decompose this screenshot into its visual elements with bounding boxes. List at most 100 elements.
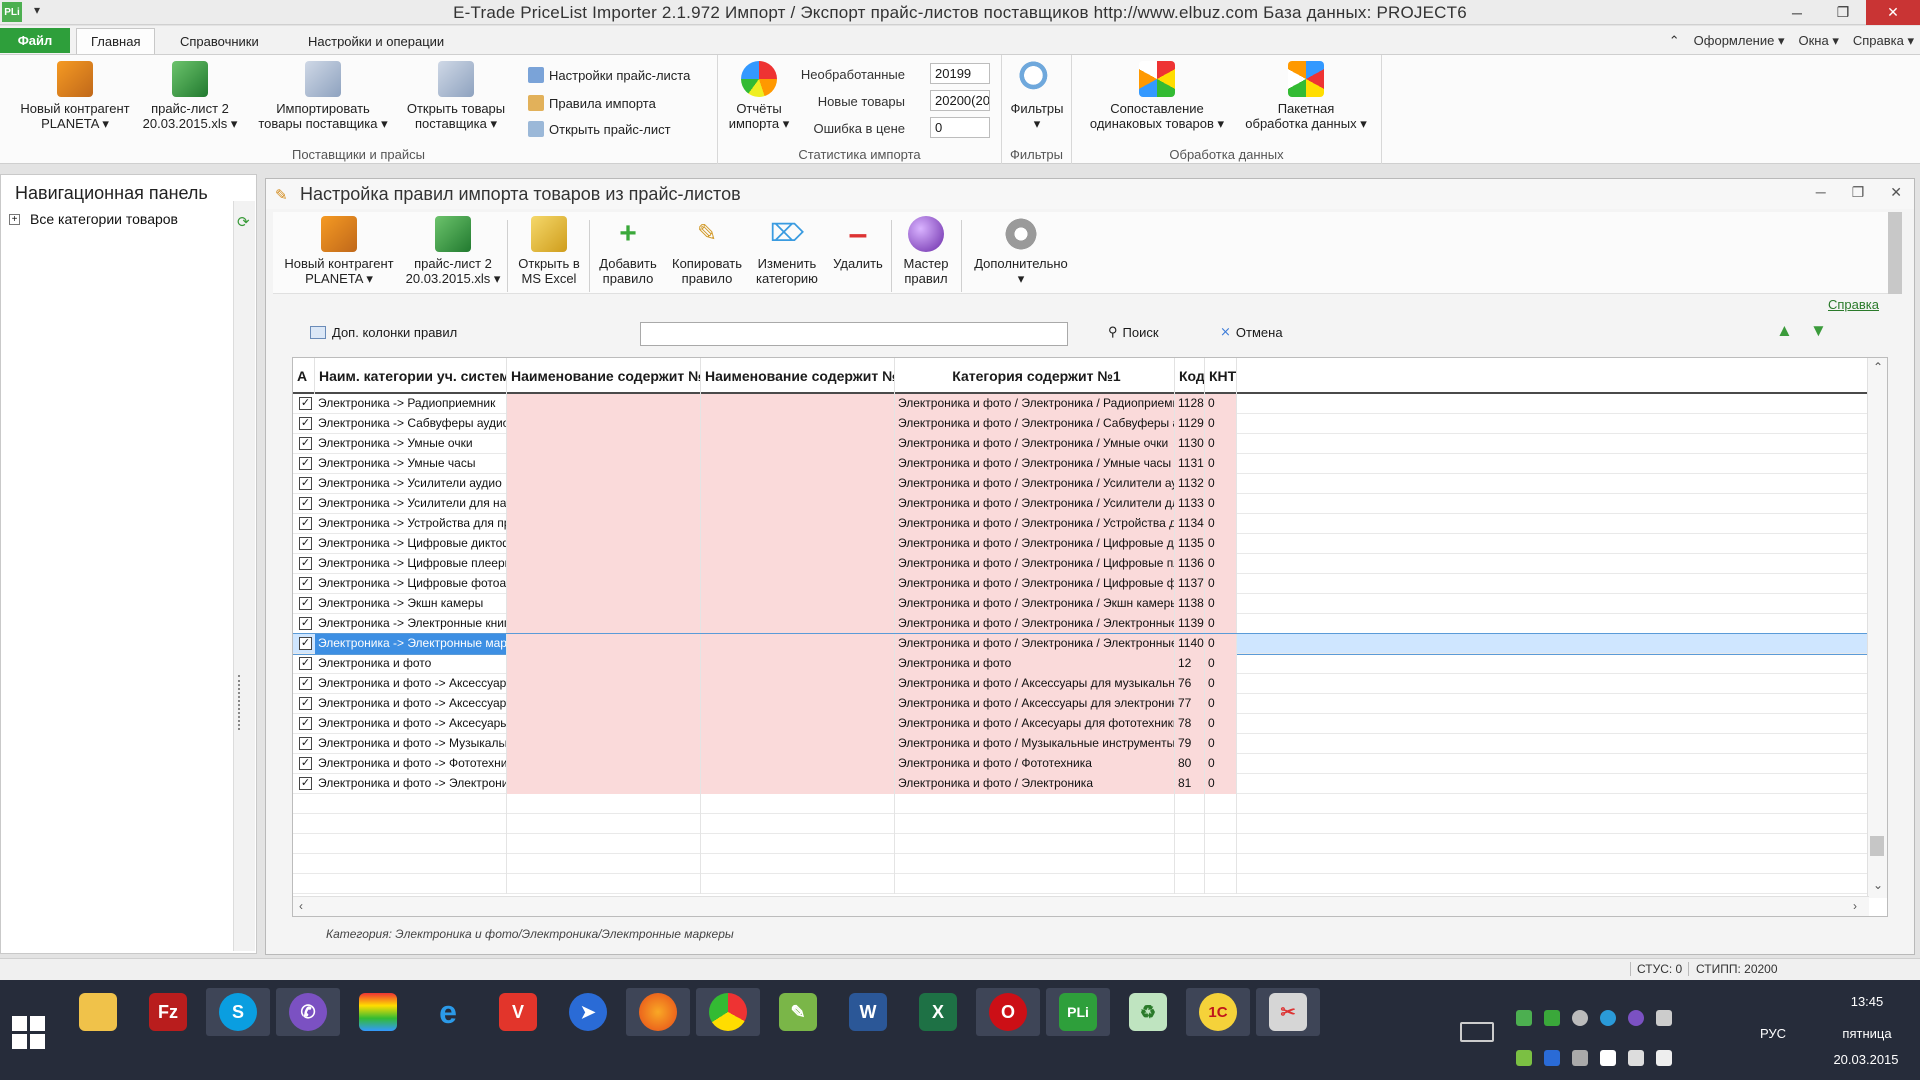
table-row[interactable]: ✓ Электроника -> Электронные книги Электро… [293,614,1869,634]
arrow-up-icon[interactable]: ▲ [1776,321,1793,341]
table-cell[interactable]: Электроника -> Электронные марк [315,634,507,654]
rules-wizard-button[interactable]: Мастер правил [895,216,957,286]
table-cell[interactable] [895,834,1175,854]
volume-icon[interactable] [1656,1050,1672,1066]
table-row[interactable]: ✓ Электроника -> Усилители для нау Электро… [293,494,1869,514]
table-cell[interactable]: Электроника и фото / Электроника / Умные… [895,434,1175,454]
clock-time[interactable]: 13:45 [1832,994,1902,1009]
empty-row[interactable] [293,814,1869,834]
table-row[interactable]: ✓ Электроника -> Умные очки Электроника и … [293,434,1869,454]
table-row[interactable]: ✓ Электроника -> Умные часы Электроника и … [293,454,1869,474]
row-active-checkbox[interactable]: ✓ [299,537,312,550]
table-cell[interactable]: 0 [1205,514,1237,534]
row-active-checkbox[interactable]: ✓ [299,717,312,730]
col-header-code[interactable]: Код [1175,358,1205,394]
table-cell[interactable]: 1132 [1175,474,1205,494]
row-active-checkbox[interactable]: ✓ [299,597,312,610]
open-goods-button[interactable]: Открыть товары поставщика ▾ [398,61,514,131]
table-row[interactable]: ✓ Электроника -> Усилители аудио Электрони… [293,474,1869,494]
child-minimize-button[interactable]: ─ [1816,184,1826,201]
help-menu[interactable]: Справка ▾ [1853,33,1914,49]
col-header-category-contains-1[interactable]: Категория содержит №1 [895,358,1175,394]
windows-menu[interactable]: Окна ▾ [1799,33,1839,49]
copy-rule-button[interactable]: ✎ Копировать правило [667,216,747,286]
table-cell[interactable] [701,414,895,434]
table-row[interactable]: ✓ Электроника и фото -> Фототехник Электро… [293,754,1869,774]
extra-columns-button[interactable]: Доп. колонки правил [310,325,457,340]
pricelist-settings-button[interactable]: Настройки прайс-листа [528,67,690,83]
table-cell[interactable] [1205,794,1237,814]
table-cell[interactable]: Электроника и фото / Электроника / Элект… [895,614,1175,634]
cancel-button[interactable]: ⨯ Отмена [1220,324,1283,340]
table-cell[interactable] [507,594,701,614]
tray-app-icon[interactable] [1544,1010,1560,1026]
table-cell[interactable] [507,454,701,474]
row-active-checkbox[interactable]: ✓ [299,397,312,410]
batch-processing-button[interactable]: Пакетная обработка данных ▾ [1236,61,1376,131]
table-cell[interactable]: Электроника -> Электронные книги [315,614,507,634]
table-cell[interactable]: 0 [1205,734,1237,754]
table-cell[interactable] [507,694,701,714]
table-cell[interactable] [1175,874,1205,894]
tray-app-icon[interactable] [1656,1010,1672,1026]
table-cell[interactable] [507,574,701,594]
table-cell[interactable] [507,734,701,754]
table-cell[interactable]: 78 [1175,714,1205,734]
table-cell[interactable] [507,394,701,414]
table-row[interactable]: ✓ Электроника -> Цифровые фотоап Электрони… [293,574,1869,594]
table-cell[interactable] [701,754,895,774]
table-cell[interactable]: Электроника и фото / Электроника / Цифро… [895,574,1175,594]
table-cell[interactable] [507,534,701,554]
empty-row[interactable] [293,794,1869,814]
table-row[interactable]: ✓ Электроника и фото -> Электроник Электро… [293,774,1869,794]
firefox-icon[interactable] [626,988,690,1036]
table-cell[interactable] [701,774,895,794]
table-cell[interactable] [1175,834,1205,854]
table-cell[interactable] [507,494,701,514]
table-cell[interactable]: Электроника -> Цифровые диктофо [315,534,507,554]
table-cell[interactable] [507,854,701,874]
table-cell[interactable]: Электроника -> Цифровые плееры [315,554,507,574]
table-cell[interactable]: Электроника и фото / Электроника / Устро… [895,514,1175,534]
table-cell[interactable]: 1134 [1175,514,1205,534]
table-cell[interactable]: Электроника и фото / Электроника / Умные… [895,454,1175,474]
change-category-button[interactable]: ⌦ Изменить категорию [749,216,825,286]
table-cell[interactable] [701,874,895,894]
excel-icon[interactable]: X [906,988,970,1036]
table-row[interactable]: ✓ Электроника и фото Электроника и фото 12 0 [293,654,1869,674]
tab-directories[interactable]: Справочники [166,28,273,54]
table-cell[interactable] [507,874,701,894]
table-cell[interactable]: 0 [1205,714,1237,734]
table-row[interactable]: ✓ Электроника -> Сабвуферы аудио Электрони… [293,414,1869,434]
table-cell[interactable]: Электроника -> Усилители для нау [315,494,507,514]
table-cell[interactable] [701,794,895,814]
table-cell[interactable] [507,814,701,834]
table-cell[interactable]: 0 [1205,694,1237,714]
table-cell[interactable] [1175,794,1205,814]
table-cell[interactable]: 0 [1205,594,1237,614]
new-contractor-button[interactable]: Новый контрагент PLANETA ▾ [6,61,144,131]
add-rule-button[interactable]: + Добавить правило [593,216,663,286]
table-cell[interactable] [507,774,701,794]
table-cell[interactable] [701,594,895,614]
table-cell[interactable]: Электроника и фото / Аксессуары для музы… [895,674,1175,694]
1c-icon[interactable]: 1C [1186,988,1250,1036]
table-cell[interactable]: Электроника и фото / Электроника / Элект… [895,634,1175,654]
table-cell[interactable]: 1136 [1175,554,1205,574]
notepad-icon[interactable]: ✎ [766,988,830,1036]
table-cell[interactable] [1205,814,1237,834]
flag-icon[interactable] [1600,1050,1616,1066]
arrow-down-icon[interactable]: ▼ [1810,321,1827,341]
col-header-category-name[interactable]: Наим. категории уч. системы [315,358,507,394]
table-cell[interactable] [507,634,701,654]
table-cell[interactable]: 0 [1205,454,1237,474]
table-cell[interactable] [701,834,895,854]
search-button[interactable]: ⚲ Поиск [1108,324,1159,340]
table-cell[interactable] [1175,814,1205,834]
chrome-icon[interactable] [696,988,760,1036]
row-active-checkbox[interactable]: ✓ [299,777,312,790]
table-cell[interactable] [895,874,1175,894]
table-cell[interactable] [507,794,701,814]
table-cell[interactable]: Электроника -> Умные очки [315,434,507,454]
skype-icon[interactable]: S [206,988,270,1036]
